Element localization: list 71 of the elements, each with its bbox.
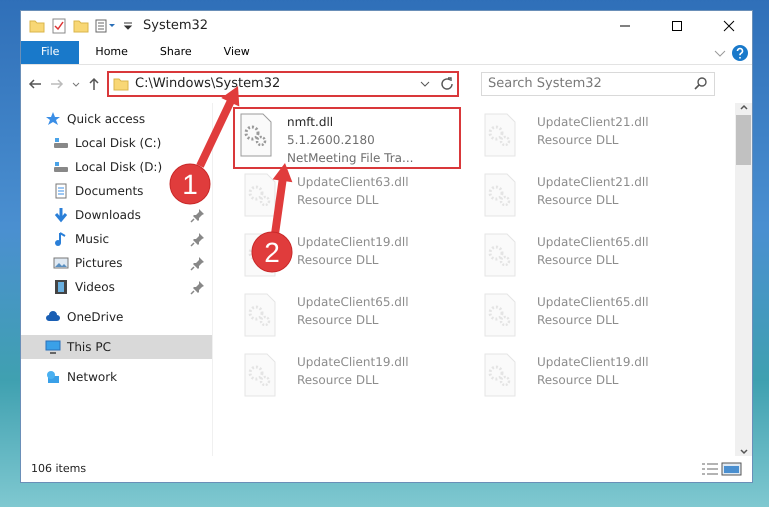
checklist-icon[interactable] xyxy=(51,18,67,34)
drive-icon xyxy=(53,135,69,151)
download-arrow-icon xyxy=(53,207,69,223)
pin-icon[interactable] xyxy=(190,231,206,247)
up-arrow-icon[interactable] xyxy=(87,76,101,92)
gear-file-icon xyxy=(243,173,277,217)
sidebar-item[interactable]: Pictures xyxy=(21,251,212,275)
callout-circle xyxy=(170,164,210,204)
drive-icon xyxy=(53,159,69,175)
sidebar-item[interactable]: Music xyxy=(21,227,212,251)
file-item[interactable]: nmft.dll 5.1.2600.2180 NetMeeting File Tra... xyxy=(233,107,461,169)
callout-number: 1 xyxy=(182,169,198,200)
pin-icon[interactable] xyxy=(190,207,206,223)
annotation-arrow xyxy=(271,163,292,235)
item-count: 106 items xyxy=(31,460,88,477)
gear-file-icon xyxy=(483,353,517,397)
file-detail: 5.1.2600.2180 xyxy=(287,132,376,149)
gear-file-icon xyxy=(243,353,277,397)
picture-icon xyxy=(53,255,69,271)
scrollbar[interactable] xyxy=(735,103,752,456)
search-placeholder: Search System32 xyxy=(488,75,603,94)
window-title: System32 xyxy=(143,17,208,36)
pin-icon[interactable] xyxy=(190,255,206,271)
search-field[interactable]: Search System32 xyxy=(481,72,715,96)
document-icon xyxy=(53,183,69,199)
address-bar[interactable]: C:\Windows\System32 xyxy=(107,71,459,97)
sidebar-item[interactable]: Downloads xyxy=(21,203,212,227)
sidebar-item[interactable]: This PC xyxy=(21,335,212,359)
star-icon xyxy=(45,111,61,127)
file-detail: Resource DLL xyxy=(537,132,620,149)
file-detail: NetMeeting File Tra... xyxy=(287,150,414,167)
sidebar-item[interactable]: Videos xyxy=(21,275,212,299)
file-detail: Resource DLL xyxy=(537,192,620,209)
file-detail: Resource DLL xyxy=(297,372,380,389)
film-icon xyxy=(53,279,69,295)
network-icon xyxy=(45,369,61,385)
file-detail: Resource DLL xyxy=(537,372,620,389)
gear-file-icon xyxy=(483,173,517,217)
pin-icon[interactable] xyxy=(190,279,206,295)
address-path: C:\Windows\System32 xyxy=(135,75,282,94)
folder-icon xyxy=(113,76,129,92)
monitor-icon xyxy=(45,339,61,355)
gear-file-icon xyxy=(239,113,273,157)
gear-file-icon xyxy=(483,233,517,277)
gear-file-icon xyxy=(243,293,277,337)
callout-number: 2 xyxy=(264,237,280,268)
file-menu-button[interactable]: File xyxy=(21,41,80,64)
scroll-thumb[interactable] xyxy=(736,115,751,165)
file-detail: Resource DLL xyxy=(537,252,620,269)
ribbon-tab[interactable]: Share xyxy=(144,41,208,64)
properties-icon[interactable] xyxy=(95,18,117,34)
sidebar-item[interactable]: Network xyxy=(21,365,212,389)
sidebar-item[interactable]: Local Disk (C:) xyxy=(21,131,168,155)
gear-file-icon xyxy=(483,293,517,337)
large-icons-view-icon[interactable] xyxy=(720,461,744,477)
close-icon[interactable] xyxy=(723,20,735,32)
file-detail: Resource DLL xyxy=(537,312,620,329)
details-view-icon[interactable] xyxy=(700,461,720,477)
gear-file-icon xyxy=(483,113,517,157)
callout-circle xyxy=(252,232,292,272)
ribbon-tab[interactable]: View xyxy=(208,41,266,64)
ribbon-tab[interactable]: Home xyxy=(79,41,144,64)
file-detail: Resource DLL xyxy=(297,312,380,329)
file-detail: Resource DLL xyxy=(297,192,380,209)
sidebar-item[interactable]: Quick access xyxy=(21,107,212,131)
sidebar-item[interactable]: Local Disk (D:) xyxy=(21,155,168,179)
sidebar-item[interactable]: Documents xyxy=(21,179,150,203)
file-detail: Resource DLL xyxy=(297,252,380,269)
sidebar-item[interactable]: OneDrive xyxy=(21,305,212,329)
maximize-icon[interactable] xyxy=(671,20,683,32)
file-name: nmft.dll xyxy=(287,114,334,131)
